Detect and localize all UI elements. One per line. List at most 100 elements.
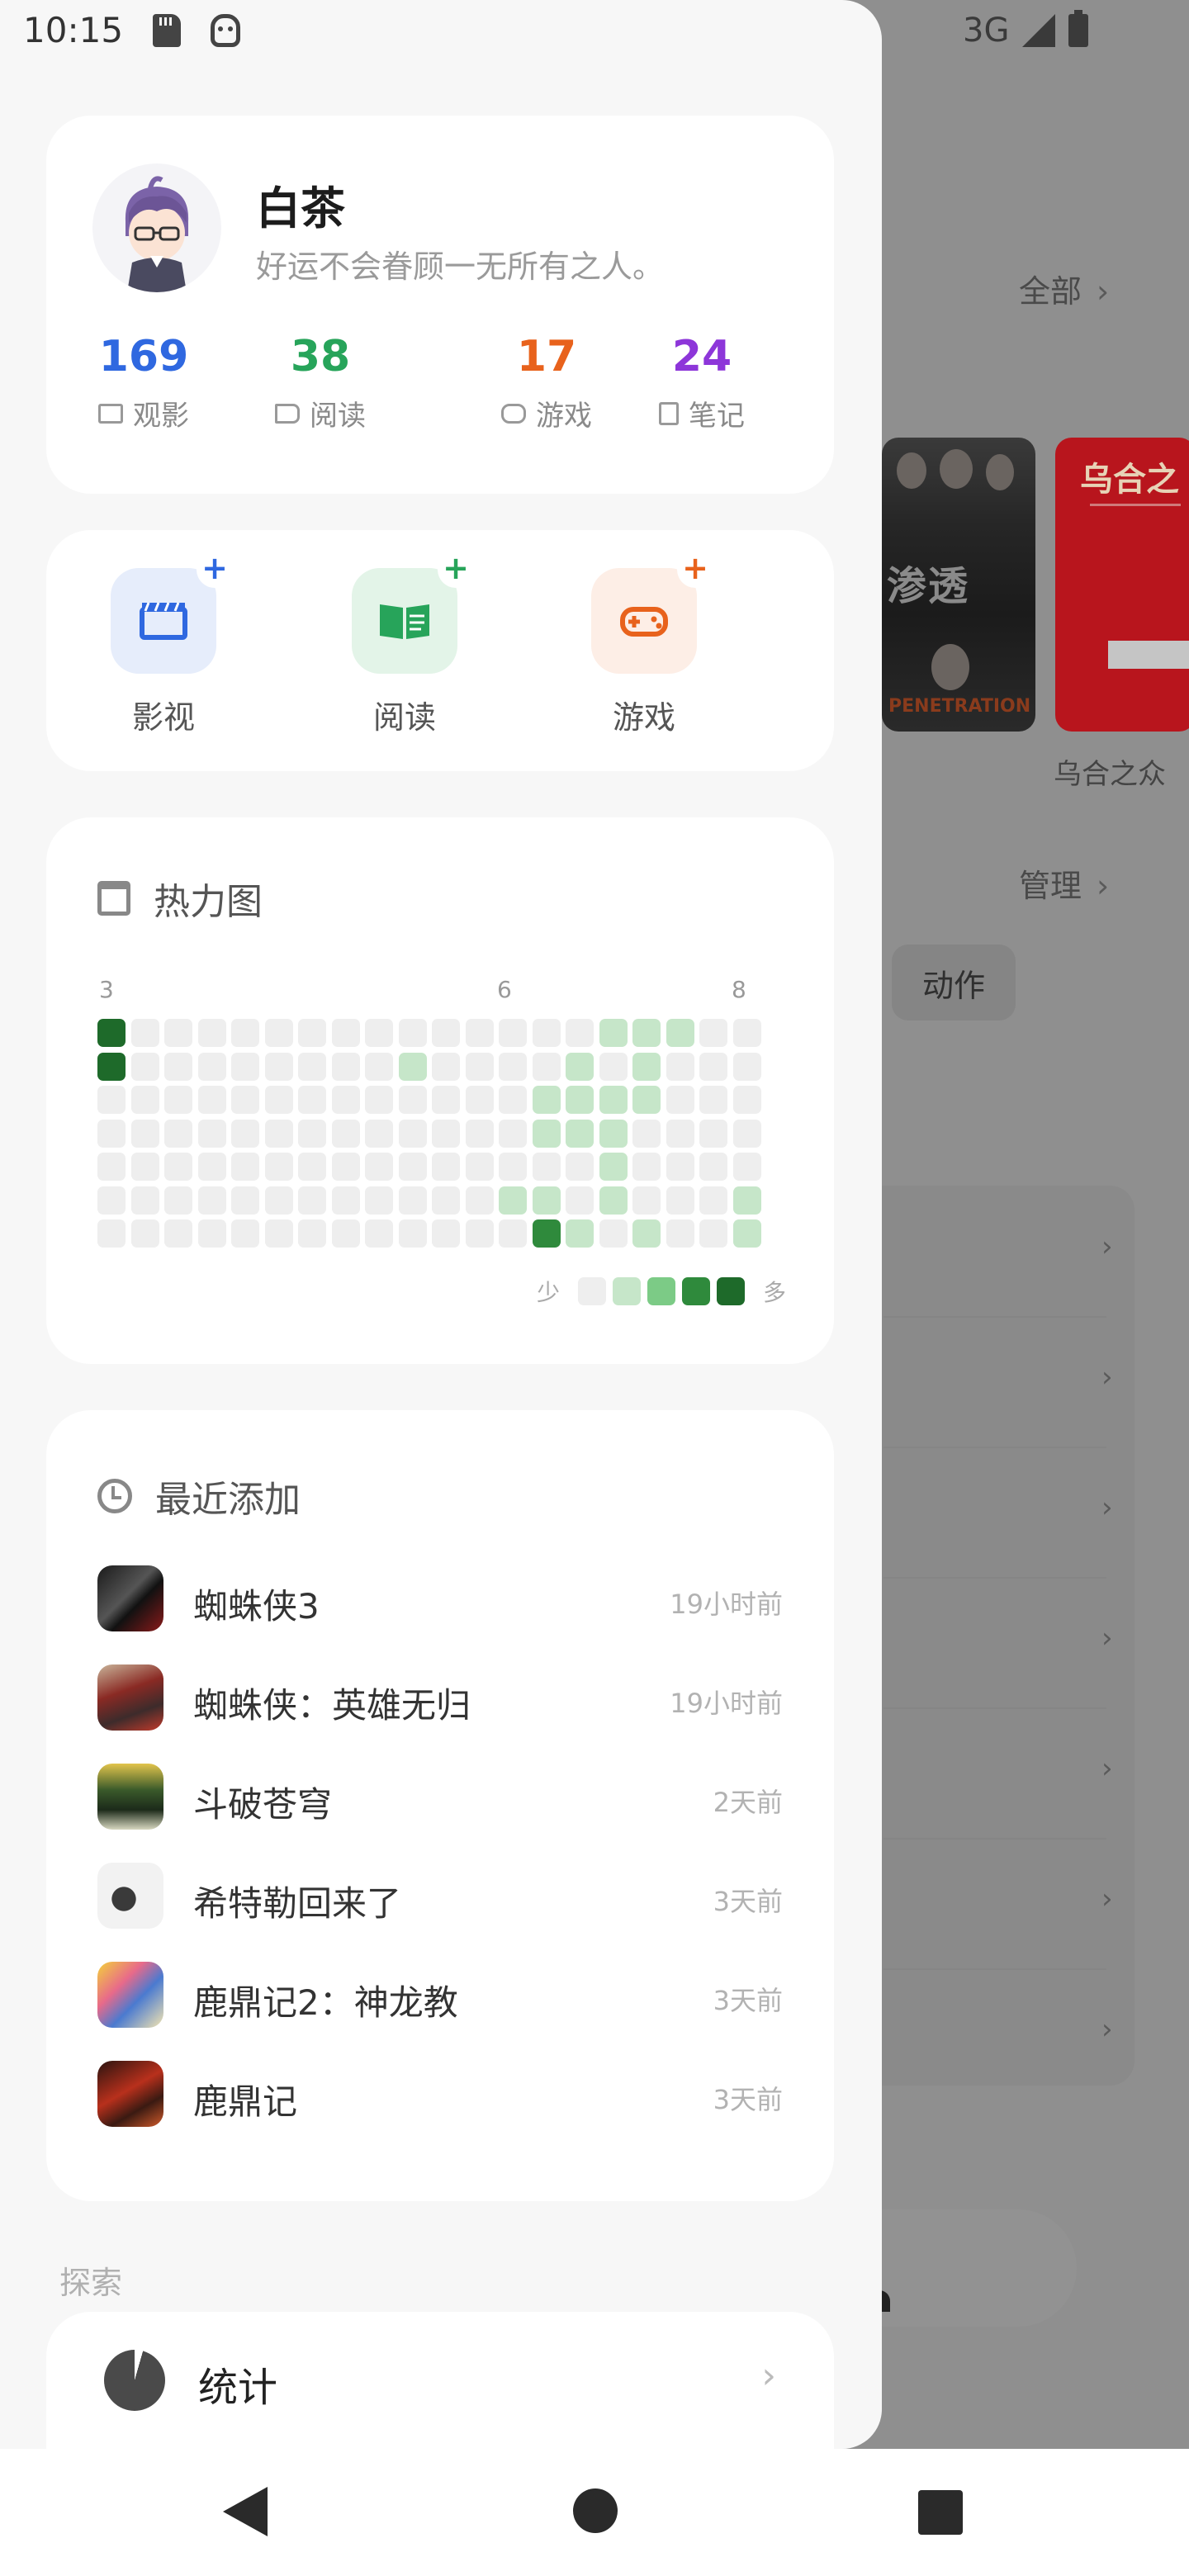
heatmap-cell (231, 1119, 259, 1148)
heatmap-cell (566, 1086, 594, 1114)
heatmap-cell (164, 1153, 192, 1181)
note-icon (659, 401, 679, 425)
user-motto: 好运不会眷顾一无所有之人。 (256, 249, 665, 285)
heatmap-cell (699, 1219, 727, 1248)
film-icon (98, 403, 123, 424)
heatmap-cell (465, 1219, 494, 1248)
stat-games[interactable]: 17 游戏 (464, 332, 629, 433)
heatmap-cell (365, 1052, 393, 1081)
heatmap-cell (532, 1052, 561, 1081)
username: 白茶 (256, 182, 345, 234)
heatmap-cell (465, 1186, 494, 1215)
heatmap-cell (699, 1019, 727, 1047)
heatmap-cell (264, 1086, 293, 1114)
heatmap-cell (432, 1019, 460, 1047)
heatmap-title: 热力图 (154, 881, 263, 923)
heatmap-cell (164, 1086, 192, 1114)
heatmap-cell (298, 1086, 326, 1114)
chevron-right-icon: › (1101, 1882, 1113, 1915)
heatmap-cell (97, 1052, 126, 1081)
quick-add-reading[interactable]: + 阅读 (322, 552, 487, 737)
heatmap-cell (732, 1186, 761, 1215)
sd-card-icon (153, 13, 182, 47)
legend-swatch (717, 1277, 746, 1305)
stat-reading[interactable]: 38 阅读 (238, 332, 403, 433)
recents-icon[interactable] (918, 2490, 963, 2535)
quick-add-label: 影视 (131, 699, 195, 736)
heatmap-cell (499, 1186, 527, 1215)
legend-more: 多 (763, 1279, 787, 1306)
item-title: 蜘蛛侠：英雄无归 (193, 1685, 471, 1726)
signal-icon (1022, 14, 1056, 47)
heatmap-cell (465, 1086, 494, 1114)
avatar[interactable] (92, 163, 221, 292)
profile-card[interactable]: 白茶 好运不会眷顾一无所有之人。 169 观影 38 阅读 17 游戏 24 笔… (46, 116, 834, 494)
recent-item[interactable]: 蜘蛛侠3 19小时前 (97, 1564, 783, 1633)
quick-add-label: 游戏 (612, 699, 675, 736)
recent-card: 最近添加 蜘蛛侠3 19小时前 蜘蛛侠：英雄无归 19小时前 斗破苍穹 2天前 … (46, 1410, 834, 2201)
recent-item[interactable]: 蜘蛛侠：英雄无归 19小时前 (97, 1663, 783, 1732)
manage-link: 管理 › (1019, 868, 1110, 904)
stat-notes[interactable]: 24 笔记 (619, 332, 784, 433)
heatmap-cell (632, 1186, 661, 1215)
recent-item[interactable]: 斗破苍穹 2天前 (97, 1762, 783, 1831)
recent-item[interactable]: 鹿鼎记 3天前 (97, 2059, 783, 2129)
heatmap-cell (699, 1052, 727, 1081)
recent-title: 最近添加 (155, 1479, 301, 1521)
item-title: 希特勒回来了 (193, 1883, 402, 1924)
stat-value: 169 (98, 332, 189, 381)
recent-item[interactable]: 鹿鼎记2：神龙教 3天前 (97, 1960, 783, 2029)
plus-icon: + (197, 552, 233, 588)
item-time: 3天前 (713, 2084, 783, 2115)
heatmap-cell (732, 1153, 761, 1181)
heatmap-cell (732, 1086, 761, 1114)
heatmap-cell (666, 1052, 694, 1081)
heatmap-cell (432, 1119, 460, 1148)
heatmap-cell (532, 1186, 561, 1215)
heatmap-cell (732, 1019, 761, 1047)
heatmap-cell (632, 1086, 661, 1114)
heatmap-cell (732, 1219, 761, 1248)
heatmap-cell (666, 1019, 694, 1047)
chevron-right-icon: › (1101, 2013, 1113, 2046)
stat-label: 阅读 (310, 400, 366, 433)
heatmap-cell (298, 1153, 326, 1181)
poster-caption: 乌合之众 (1054, 758, 1166, 791)
book-open-icon: + (352, 552, 474, 674)
heatmap-cell (599, 1153, 628, 1181)
heatmap-cell (599, 1086, 628, 1114)
heatmap-cell (632, 1219, 661, 1248)
recent-item[interactable]: 希特勒回来了 3天前 (97, 1861, 783, 1930)
heatmap-cell (499, 1153, 527, 1181)
heatmap-cell (298, 1019, 326, 1047)
stat-value: 24 (671, 332, 732, 381)
legend-less: 少 (537, 1279, 561, 1306)
status-bar: 10:15 (23, 10, 241, 50)
heatmap-cell (197, 1119, 226, 1148)
heatmap-cell (465, 1019, 494, 1047)
heatmap-cell (231, 1219, 259, 1248)
thumbnail (97, 1764, 163, 1830)
stat-label: 游戏 (536, 400, 592, 433)
heatmap-cell (164, 1019, 192, 1047)
legend-swatch (647, 1277, 676, 1305)
stat-movies[interactable]: 169 观影 (61, 332, 226, 433)
stats-menu-item[interactable]: 统计 › (46, 2312, 834, 2449)
heatmap-cell (197, 1019, 226, 1047)
home-icon[interactable] (573, 2488, 618, 2533)
heatmap-cell (130, 1119, 159, 1148)
heatmap-cell (365, 1119, 393, 1148)
heatmap-cell (398, 1219, 427, 1248)
heatmap-cell (97, 1153, 126, 1181)
heatmap-cell (130, 1219, 159, 1248)
heatmap-cell (666, 1086, 694, 1114)
quick-add-label: 阅读 (372, 699, 436, 736)
stat-value: 38 (290, 332, 351, 381)
heatmap-cell (331, 1219, 360, 1248)
heatmap-cell (566, 1153, 594, 1181)
quick-add-game[interactable]: + 游戏 (561, 552, 727, 737)
thumbnail (97, 2061, 163, 2127)
back-icon[interactable] (223, 2487, 268, 2536)
heatmap-cell (97, 1186, 126, 1215)
quick-add-movie[interactable]: + 影视 (81, 552, 246, 737)
